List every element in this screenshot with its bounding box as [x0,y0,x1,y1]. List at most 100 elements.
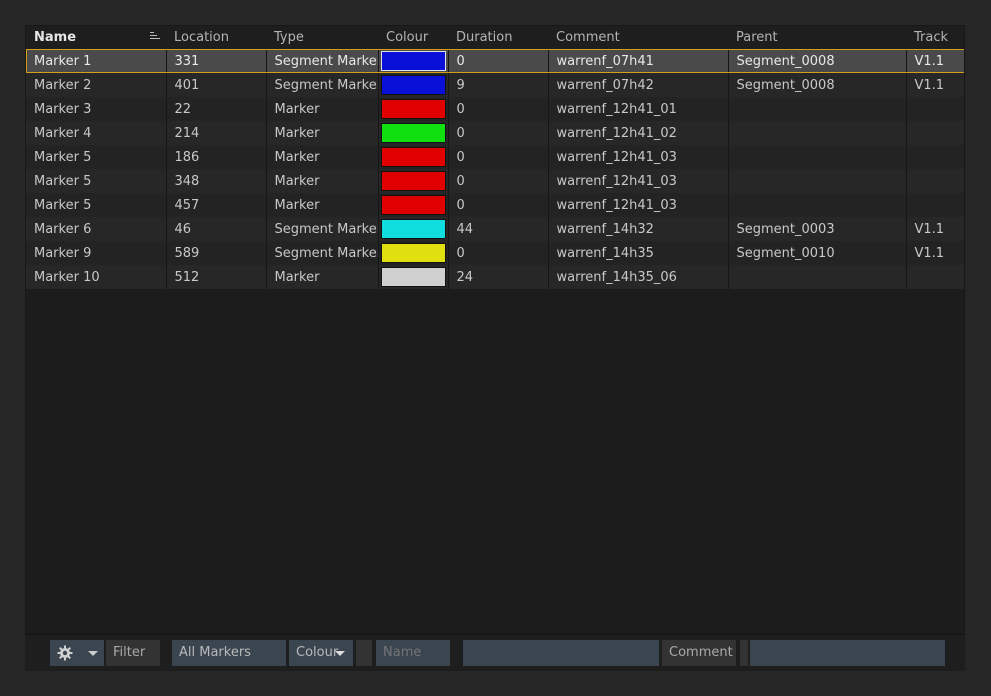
colour-swatch[interactable] [380,123,446,143]
colour-swatch[interactable] [380,219,446,239]
table-row[interactable]: Marker 6 46 Segment Marker 44 warrenf_14h32 S… [26,217,964,241]
cell-comment: warrenf_12h41_03 [548,145,729,169]
cell-location: 214 [166,121,267,145]
cell-location: 401 [166,73,267,97]
column-header-type[interactable]: Type [266,26,378,49]
spacer [740,640,748,666]
cell-type: Segment Marker [266,49,379,73]
cell-colour [378,49,449,73]
table-row[interactable]: Marker 10 512 Marker 24 warrenf_14h35_06 [26,265,964,289]
cell-colour [378,121,449,145]
table-row[interactable]: Marker 5 457 Marker 0 warrenf_12h41_03 [26,193,964,217]
cell-duration: 0 [448,121,549,145]
cell-name: Marker 10 [26,265,167,289]
cell-duration: 0 [448,241,549,265]
column-header-parent[interactable]: Parent [728,26,906,49]
cell-parent: Segment_0010 [728,241,907,265]
cell-parent [728,121,907,145]
cell-duration: 44 [448,217,549,241]
cell-location: 512 [166,265,267,289]
cell-type: Marker [266,169,379,193]
cell-comment: warrenf_14h32 [548,217,729,241]
cell-type: Marker [266,121,379,145]
spacer [356,640,372,666]
gear-icon [57,645,73,661]
table-row[interactable]: Marker 5 186 Marker 0 warrenf_12h41_03 [26,145,964,169]
cell-name: Marker 6 [26,217,167,241]
cell-type: Segment Marker [266,217,379,241]
colour-swatch[interactable] [380,75,446,95]
cell-comment: warrenf_12h41_01 [548,97,729,121]
cell-track: V1.1 [906,73,964,97]
markers-panel: Name Location Type Colour Duration Comme… [25,25,965,634]
cell-parent [728,145,907,169]
cell-comment: warrenf_07h42 [548,73,729,97]
cell-location: 186 [166,145,267,169]
cell-parent: Segment_0008 [728,73,907,97]
cell-location: 22 [166,97,267,121]
column-header-colour[interactable]: Colour [378,26,448,49]
cell-name: Marker 4 [26,121,167,145]
colour-swatch[interactable] [380,195,446,215]
cell-name: Marker 5 [26,169,167,193]
markers-table: Name Location Type Colour Duration Comme… [26,26,964,289]
colour-swatch[interactable] [380,147,446,167]
cell-type: Marker [266,97,379,121]
cell-location: 46 [166,217,267,241]
column-header-track[interactable]: Track [906,26,964,49]
sort-icon[interactable] [150,32,160,41]
cell-comment: warrenf_07h41 [548,49,729,73]
bottom-toolbar: Filter All Markers Colour Comment [25,634,965,671]
column-header-location[interactable]: Location [166,26,266,49]
cell-track: V1.1 [906,241,964,265]
table-row[interactable]: Marker 9 589 Segment Marker 0 warrenf_14h35 S… [26,241,964,265]
table-row[interactable]: Marker 3 22 Marker 0 warrenf_12h41_01 [26,97,964,121]
cell-track: V1.1 [906,49,964,73]
cell-parent: Segment_0008 [728,49,907,73]
settings-menu-button[interactable] [50,640,104,666]
table-row[interactable]: Marker 4 214 Marker 0 warrenf_12h41_02 [26,121,964,145]
colour-swatch[interactable] [380,267,446,287]
cell-name: Marker 9 [26,241,167,265]
cell-parent [728,169,907,193]
cell-duration: 9 [448,73,549,97]
comment-field[interactable] [750,640,945,666]
cell-location: 331 [166,49,267,73]
table-header: Name Location Type Colour Duration Comme… [26,26,964,49]
table-row[interactable]: Marker 2 401 Segment Marker 9 warrenf_07h42 S… [26,73,964,97]
comment-label: Comment [662,640,736,666]
cell-duration: 0 [448,145,549,169]
column-header-comment[interactable]: Comment [548,26,728,49]
cell-comment: warrenf_12h41_02 [548,121,729,145]
cell-track [906,121,964,145]
cell-comment: warrenf_12h41_03 [548,193,729,217]
cell-colour [378,265,449,289]
column-header-duration[interactable]: Duration [448,26,548,49]
colour-dropdown-label: Colour [296,645,339,660]
chevron-down-icon [88,651,98,656]
colour-swatch[interactable] [380,51,446,71]
cell-type: Marker [266,193,379,217]
filter-dropdown[interactable]: All Markers [172,640,286,666]
cell-duration: 0 [448,97,549,121]
colour-swatch[interactable] [380,99,446,119]
chevron-down-icon [335,651,345,656]
cell-comment: warrenf_14h35_06 [548,265,729,289]
cell-name: Marker 2 [26,73,167,97]
name-field[interactable] [376,640,450,666]
column-header-label: Name [34,30,77,45]
cell-parent [728,193,907,217]
name-value-field[interactable] [463,640,659,666]
table-row[interactable]: Marker 1 331 Segment Marker 0 warrenf_07h41 S… [26,49,964,73]
cell-colour [378,241,449,265]
cell-colour [378,169,449,193]
colour-dropdown[interactable]: Colour [289,640,353,666]
cell-colour [378,97,449,121]
colour-swatch[interactable] [380,243,446,263]
table-row[interactable]: Marker 5 348 Marker 0 warrenf_12h41_03 [26,169,964,193]
colour-swatch[interactable] [380,171,446,191]
column-header-name[interactable]: Name [26,26,166,49]
cell-type: Marker [266,145,379,169]
cell-colour [378,217,449,241]
cell-location: 348 [166,169,267,193]
